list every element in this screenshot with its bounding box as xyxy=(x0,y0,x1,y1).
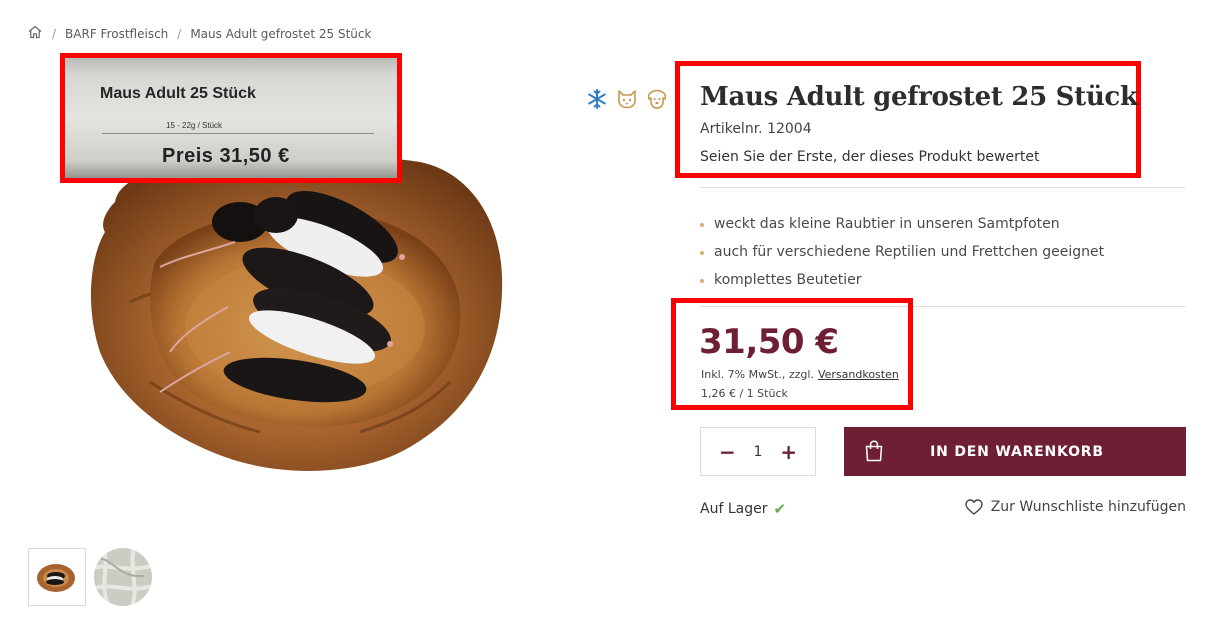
feature-item: komplettes Beutetier xyxy=(700,266,1104,294)
shipping-link[interactable]: Versandkosten xyxy=(818,368,899,381)
feature-text: auch für verschiedene Reptilien und Fret… xyxy=(714,244,1105,260)
breadcrumb-item-current: Maus Adult gefrostet 25 Stück xyxy=(190,26,372,41)
breadcrumb: / BARF Frostfleisch / Maus Adult gefrost… xyxy=(27,24,371,43)
stock-status: Auf Lager ✔ xyxy=(700,500,786,518)
thumbnail-product[interactable] xyxy=(28,548,86,606)
quantity-stepper: − 1 + xyxy=(700,427,816,476)
feature-list: weckt das kleine Raubtier in unseren Sam… xyxy=(700,210,1104,294)
thumbnail-detail[interactable] xyxy=(94,548,152,606)
checkmark-icon: ✔ xyxy=(773,500,787,518)
home-icon[interactable] xyxy=(27,24,43,43)
snowflake-icon xyxy=(586,88,608,110)
tax-info: Inkl. 7% MwSt., zzgl. Versandkosten xyxy=(701,368,899,381)
dog-icon xyxy=(646,88,668,110)
divider xyxy=(700,187,1186,188)
tax-text: Inkl. 7% MwSt., zzgl. xyxy=(701,368,814,381)
shopping-bag-icon xyxy=(864,440,884,466)
breadcrumb-item-category[interactable]: BARF Frostfleisch xyxy=(65,27,168,41)
increase-quantity-button[interactable]: + xyxy=(780,442,797,462)
breadcrumb-separator: / xyxy=(177,26,182,41)
price-tag-highlight xyxy=(60,53,402,183)
stock-text: Auf Lager xyxy=(700,501,768,517)
bullet-icon xyxy=(700,278,704,283)
decrease-quantity-button[interactable]: − xyxy=(719,442,736,462)
article-number: Artikelnr. 12004 xyxy=(700,121,812,137)
feature-text: weckt das kleine Raubtier in unseren Sam… xyxy=(714,216,1060,232)
cat-icon xyxy=(616,88,638,110)
bullet-icon xyxy=(700,250,704,255)
product-badges xyxy=(586,88,668,110)
wishlist-label: Zur Wunschliste hinzufügen xyxy=(990,499,1186,515)
product-price: 31,50 € xyxy=(699,322,839,362)
add-to-cart-label: IN DEN WARENKORB xyxy=(930,443,1104,460)
feature-text: komplettes Beutetier xyxy=(714,272,862,288)
unit-price: 1,26 € / 1 Stück xyxy=(701,387,788,400)
bullet-icon xyxy=(700,222,704,227)
feature-item: auch für verschiedene Reptilien und Fret… xyxy=(700,238,1104,266)
breadcrumb-separator: / xyxy=(52,26,57,41)
wishlist-button[interactable]: Zur Wunschliste hinzufügen xyxy=(965,499,1186,515)
heart-icon xyxy=(965,499,983,515)
quantity-value[interactable]: 1 xyxy=(754,444,763,460)
feature-item: weckt das kleine Raubtier in unseren Sam… xyxy=(700,210,1104,238)
add-to-cart-button[interactable]: IN DEN WARENKORB xyxy=(844,427,1186,476)
review-prompt[interactable]: Seien Sie der Erste, der dieses Produkt … xyxy=(700,149,1039,165)
product-title: Maus Adult gefrostet 25 Stück xyxy=(700,82,1138,112)
